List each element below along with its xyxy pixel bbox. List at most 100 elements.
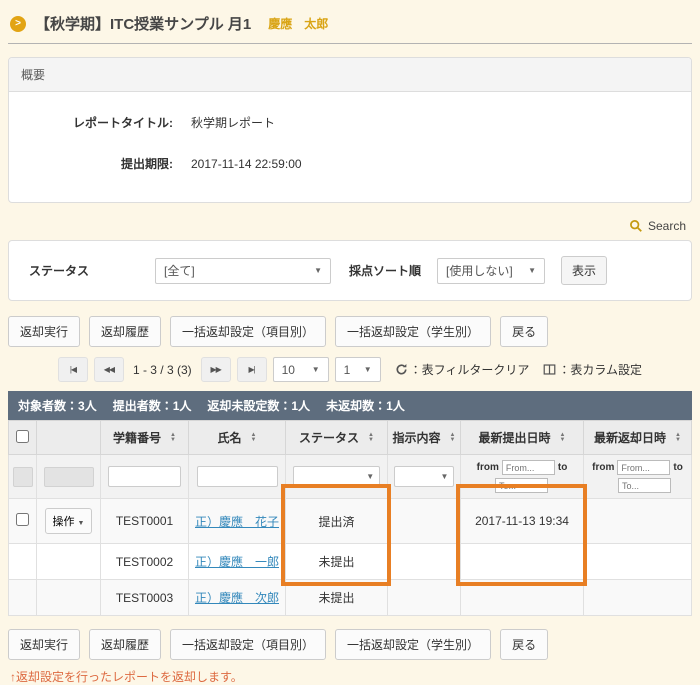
chevron-down-icon: ▼ <box>440 472 448 481</box>
bulk-return-item-button[interactable]: 一括返却設定（項目別） <box>170 316 326 347</box>
return-to-label: to <box>673 462 682 473</box>
return-history-button-bottom[interactable]: 返却履歴 <box>89 629 161 660</box>
select-all-checkbox[interactable] <box>16 430 29 443</box>
header-actions-column <box>37 421 101 455</box>
bulk-return-student-button-bottom[interactable]: 一括返却設定（学生別） <box>335 629 491 660</box>
cell-status: 提出済 <box>286 499 388 544</box>
table-column-config-label: ：表カラム設定 <box>558 361 642 378</box>
return-execute-button[interactable]: 返却実行 <box>8 316 80 347</box>
chevron-down-icon: ▼ <box>314 266 322 275</box>
table-column-config[interactable]: ：表カラム設定 <box>543 361 642 378</box>
return-to-input[interactable] <box>618 478 671 493</box>
filter-actions-placeholder <box>44 467 94 487</box>
bulk-return-item-button-bottom[interactable]: 一括返却設定（項目別） <box>170 629 326 660</box>
chevron-down-icon: ▼ <box>312 365 320 374</box>
table-filter-clear-label: ：表フィルタークリア <box>410 361 530 378</box>
search-panel: ステータス [全て] ▼ 採点ソート順 [使用しない] ▼ 表示 <box>8 240 692 301</box>
header-instruction: 指示内容 ▲▼ <box>388 421 461 455</box>
table-header-row: 学籍番号 ▲▼ 氏名 ▲▼ ステータス ▲▼ 指示内容 ▲▼ 最新提出日時 <box>9 421 692 455</box>
cell-student-id: TEST0003 <box>101 580 189 616</box>
cell-status: 未提出 <box>286 580 388 616</box>
cell-status: 未提出 <box>286 544 388 580</box>
name-filter-input[interactable] <box>197 466 278 487</box>
stat-target-count: 対象者数：3人 <box>18 397 97 414</box>
grading-sort-label: 採点ソート順 <box>349 262 421 279</box>
cell-latest-return <box>584 499 692 544</box>
stat-unreturned-count: 未返却数：1人 <box>326 397 405 414</box>
row-action-button[interactable]: 操作▼ <box>45 508 93 534</box>
page-header: > 【秋学期】ITC授業サンプル 月1 慶應 太郎 <box>8 0 692 44</box>
search-label: Search <box>648 219 686 233</box>
cell-student-id: TEST0001 <box>101 499 189 544</box>
next-page-button[interactable]: ▶▶ <box>201 357 231 382</box>
stat-submitted-count: 提出者数：1人 <box>113 397 192 414</box>
instruction-column-filter-select[interactable]: ▼ <box>394 466 455 487</box>
return-execute-button-bottom[interactable]: 返却実行 <box>8 629 80 660</box>
page-size-value: 10 <box>282 363 295 377</box>
deadline-row: 提出期限: 2017-11-14 22:59:00 <box>21 155 679 172</box>
student-name-link[interactable]: 正）慶應 次郎 <box>195 591 279 605</box>
cell-instruction <box>388 544 461 580</box>
bulk-return-student-button[interactable]: 一括返却設定（学生別） <box>335 316 491 347</box>
pagination-bar: |◀ ◀◀ 1 - 3 / 3 (3) ▶▶ ▶| 10 ▼ 1 ▼ ：表フィル… <box>8 357 692 382</box>
header-latest-return: 最新返却日時 ▲▼ <box>584 421 692 455</box>
sort-icon[interactable]: ▲▼ <box>251 433 257 443</box>
table-filter-row: ▼ ▼ from to from to <box>9 455 692 499</box>
student-name-link[interactable]: 正）慶應 一郎 <box>195 555 279 569</box>
last-page-button[interactable]: ▶| <box>237 357 267 382</box>
instructor-name: 慶應 太郎 <box>268 15 328 32</box>
return-note: ↑返却設定を行ったレポートを返却します。 <box>10 668 692 685</box>
chevron-down-icon: ▼ <box>364 365 372 374</box>
grading-sort-select[interactable]: [使用しない] ▼ <box>437 258 545 284</box>
report-title-row: レポートタイトル: 秋学期レポート <box>21 114 679 131</box>
overview-panel: 概要 レポートタイトル: 秋学期レポート 提出期限: 2017-11-14 22… <box>8 57 692 203</box>
sort-icon[interactable]: ▲▼ <box>170 433 176 443</box>
prev-page-button[interactable]: ◀◀ <box>94 357 124 382</box>
submit-to-label: to <box>558 462 567 473</box>
sort-icon[interactable]: ▲▼ <box>560 433 566 443</box>
columns-icon <box>543 363 556 376</box>
row-select-checkbox[interactable] <box>16 513 29 526</box>
header-status: ステータス ▲▼ <box>286 421 388 455</box>
page-size-select[interactable]: 10 ▼ <box>273 357 329 382</box>
results-table: 学籍番号 ▲▼ 氏名 ▲▼ ステータス ▲▼ 指示内容 ▲▼ 最新提出日時 <box>8 420 692 616</box>
sort-icon[interactable]: ▲▼ <box>450 433 456 443</box>
sort-icon[interactable]: ▲▼ <box>368 433 374 443</box>
return-history-button[interactable]: 返却履歴 <box>89 316 161 347</box>
header-latest-submit-label: 最新提出日時 <box>479 429 551 446</box>
show-button[interactable]: 表示 <box>561 256 607 285</box>
back-button[interactable]: 戻る <box>500 316 548 347</box>
cell-latest-return <box>584 580 692 616</box>
cell-checkbox-empty <box>9 544 37 580</box>
status-filter-label: ステータス <box>29 262 89 279</box>
back-button-bottom[interactable]: 戻る <box>500 629 548 660</box>
student-id-filter-input[interactable] <box>108 466 181 487</box>
table-filter-clear[interactable]: ：表フィルタークリア <box>395 361 530 378</box>
page-number-select[interactable]: 1 ▼ <box>335 357 381 382</box>
filter-checkbox-placeholder <box>13 467 33 487</box>
cell-action-empty <box>37 580 101 616</box>
first-page-button[interactable]: |◀ <box>58 357 88 382</box>
table-row: TEST0003 正）慶應 次郎 未提出 <box>9 580 692 616</box>
sort-icon[interactable]: ▲▼ <box>675 433 681 443</box>
return-from-input[interactable] <box>617 460 670 475</box>
cell-checkbox-empty <box>9 580 37 616</box>
submit-to-input[interactable] <box>495 478 548 493</box>
status-filter-value: [全て] <box>164 262 195 279</box>
cell-latest-submit <box>461 544 584 580</box>
table-row: 操作▼ TEST0001 正）慶應 花子 提出済 2017-11-13 19:3… <box>9 499 692 544</box>
cell-latest-submit <box>461 580 584 616</box>
page-title: 【秋学期】ITC授業サンプル 月1 <box>35 13 251 34</box>
report-title-value: 秋学期レポート <box>191 114 275 131</box>
header-student-id-label: 学籍番号 <box>113 429 161 446</box>
arrow-circle-icon: > <box>10 16 26 32</box>
status-column-filter-select[interactable]: ▼ <box>293 466 380 487</box>
submit-from-input[interactable] <box>502 460 555 475</box>
cell-latest-submit: 2017-11-13 19:34 <box>461 499 584 544</box>
status-filter-select[interactable]: [全て] ▼ <box>155 258 331 284</box>
cell-instruction <box>388 499 461 544</box>
header-latest-return-label: 最新返却日時 <box>594 429 666 446</box>
student-name-link[interactable]: 正）慶應 花子 <box>195 515 279 529</box>
search-heading: Search <box>8 203 692 240</box>
refresh-icon <box>395 363 408 376</box>
